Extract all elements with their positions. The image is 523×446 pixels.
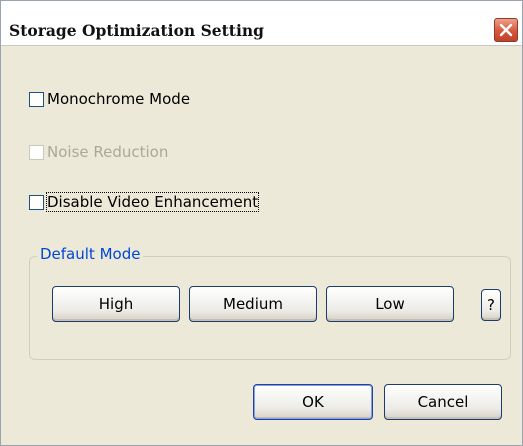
checkbox-label: Disable Video Enhancement: [45, 192, 260, 212]
checkbox-label: Monochrome Mode: [47, 90, 191, 108]
checkbox-box: [29, 144, 44, 160]
checkbox-label: Noise Reduction: [47, 143, 169, 161]
ok-button[interactable]: OK: [253, 384, 373, 420]
low-button[interactable]: Low: [326, 286, 454, 322]
help-button[interactable]: ?: [481, 289, 501, 321]
noise-reduction-checkbox: Noise Reduction: [29, 143, 168, 161]
monochrome-mode-checkbox[interactable]: Monochrome Mode: [29, 90, 190, 108]
group-legend: Default Mode: [37, 245, 144, 263]
close-icon: [499, 23, 513, 37]
disable-video-enhancement-checkbox[interactable]: Disable Video Enhancement: [29, 192, 260, 212]
cancel-button[interactable]: Cancel: [384, 384, 502, 420]
title-bar: Storage Optimization Setting: [1, 1, 522, 46]
high-button[interactable]: High: [52, 286, 180, 322]
medium-button[interactable]: Medium: [189, 286, 317, 322]
checkbox-box[interactable]: [29, 194, 44, 210]
window-title: Storage Optimization Setting: [9, 21, 264, 40]
close-button[interactable]: [494, 18, 518, 42]
storage-optimization-dialog: Storage Optimization Setting Monochrome …: [0, 0, 523, 446]
checkbox-box[interactable]: [29, 91, 44, 107]
